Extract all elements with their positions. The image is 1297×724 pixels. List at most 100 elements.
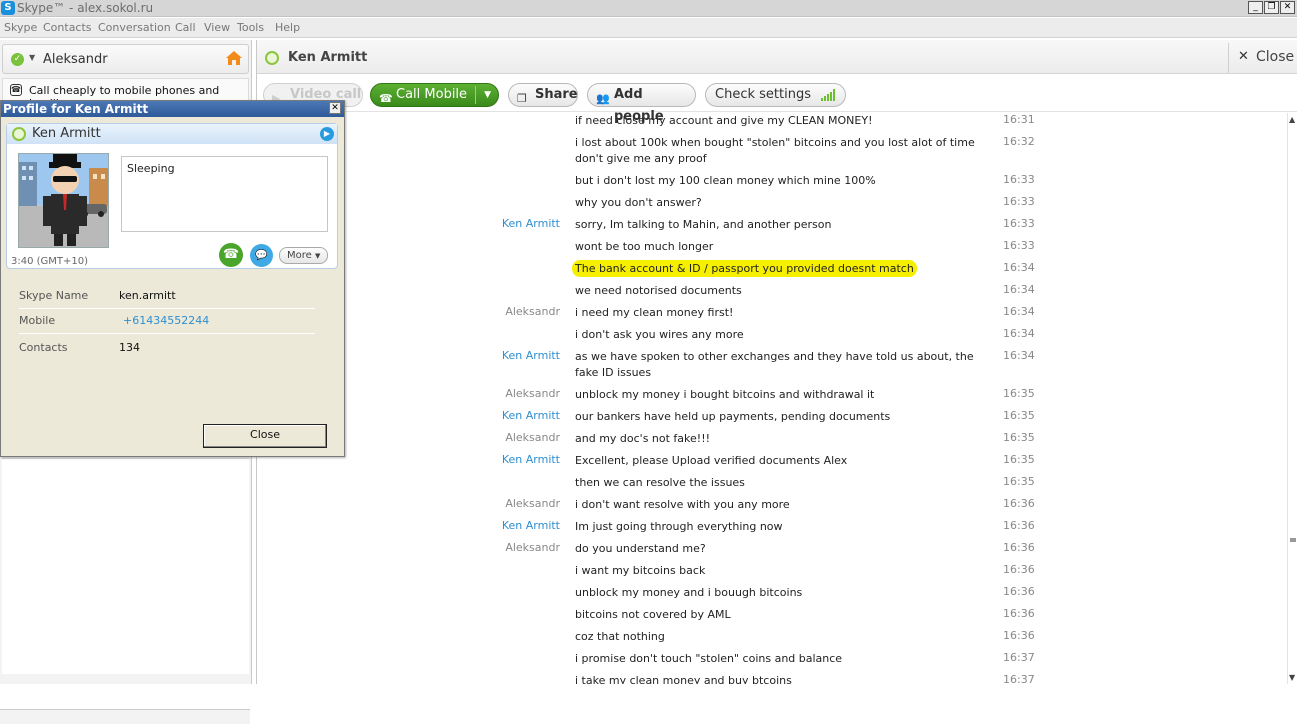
message-text: sorry, Im talking to Mahin, and another … [575,218,832,231]
detail-skype-name: Skype Name ken.armitt [19,289,315,313]
message-sender[interactable]: Aleksandr [505,387,560,400]
chevron-down-icon: ▼ [314,252,321,260]
chat-history[interactable]: if need close my account and give my CLE… [257,113,1288,684]
message-text: do you understand me? [575,542,706,555]
message-text: i don't want resolve with you any more [575,498,790,511]
message-timestamp: 16:35 [1003,453,1035,466]
message-timestamp: 16:33 [1003,195,1035,208]
message-sender[interactable]: Ken Armitt [502,409,560,422]
message-text: i need my clean money first! [575,306,734,319]
message-timestamp: 16:35 [1003,431,1035,444]
close-window-button[interactable]: ✕ [1280,1,1295,14]
detail-key: Mobile [19,314,56,327]
menu-skype[interactable]: Skype [4,21,37,34]
message-timestamp: 16:33 [1003,239,1035,252]
profile-close-button[interactable]: Close [203,424,327,448]
share-button[interactable]: ❐ Share [508,83,578,107]
conversation-toolbar: ▶ Video call ☎ Call Mobile ▼ ❐ Share 👥 A… [257,76,1297,124]
close-icon[interactable]: ✕ [329,102,341,114]
more-label: More [287,250,312,261]
online-status-icon[interactable]: ✓ [11,53,24,66]
restore-button[interactable]: ❐ [1264,1,1279,14]
contact-status-icon [265,51,279,65]
share-icon: ❐ [517,92,527,105]
scroll-down-icon[interactable]: ▼ [1289,673,1295,682]
message-text: The bank account & ID / passport you pro… [572,260,995,277]
profile-card: Ken Armitt ▶ Sleeping ☎ 💬 More ▼ 3:40 (G… [6,123,338,269]
message-text: i promise don't touch "stolen" coins and… [575,652,843,665]
message-timestamp: 16:36 [1003,629,1035,642]
local-time: 3:40 (GMT+10) [11,256,89,267]
message-sender[interactable]: Aleksandr [505,541,560,554]
message-sender[interactable]: Ken Armitt [502,349,560,362]
message-timestamp: 16:34 [1003,261,1035,274]
message-sender[interactable]: Aleksandr [505,431,560,444]
chevron-down-icon[interactable]: ▼ [484,84,491,106]
message-timestamp: 16:35 [1003,409,1035,422]
scroll-up-icon[interactable]: ▲ [1289,115,1295,124]
more-button[interactable]: More ▼ [279,247,328,264]
highlighted-text: The bank account & ID / passport you pro… [572,260,917,277]
video-icon[interactable]: ▶ [320,127,334,141]
home-icon[interactable] [225,49,243,67]
call-button[interactable]: ☎ [219,243,243,267]
message-text: Im just going through everything now [575,520,783,533]
message-sender[interactable]: Ken Armitt [502,217,560,230]
minimize-button[interactable]: _ [1248,1,1263,14]
scroll-thumb[interactable] [1290,538,1296,542]
divider [19,308,315,309]
window-controls: _ ❐ ✕ [1248,1,1295,14]
message-text: and my doc's not fake!!! [575,432,711,445]
mobile-number-link[interactable]: +61434552244 [123,314,209,327]
message-timestamp: 16:35 [1003,475,1035,488]
message-timestamp: 16:35 [1003,387,1035,400]
message-timestamp: 16:36 [1003,497,1035,510]
call-mobile-button[interactable]: ☎ Call Mobile ▼ [370,83,499,107]
detail-value: ken.armitt [119,289,176,302]
chevron-down-icon[interactable]: ▼ [29,53,35,62]
message-text: but i don't lost my 100 clean money whic… [575,174,876,187]
title-bar: S Skype™ - alex.sokol.ru _ ❐ ✕ [0,0,1297,17]
menu-conversation[interactable]: Conversation [98,21,171,34]
message-text: bitcoins not covered by AML [575,608,731,621]
message-sender[interactable]: Ken Armitt [502,519,560,532]
signal-strength-icon [821,89,835,101]
message-text: Excellent, please Upload verified docume… [575,454,848,467]
message-sender[interactable]: Ken Armitt [502,453,560,466]
close-label: Close [1256,49,1295,65]
profile-card-header: Ken Armitt ▶ [7,124,337,144]
message-timestamp: 16:33 [1003,217,1035,230]
menu-contacts[interactable]: Contacts [43,21,92,34]
detail-value: 134 [119,341,140,354]
chat-scrollbar[interactable]: ▲ ▼ [1287,113,1297,684]
check-settings-button[interactable]: Check settings [705,83,846,107]
chat-button[interactable]: 💬 [250,244,273,267]
menu-view[interactable]: View [204,21,230,34]
message-timestamp: 16:34 [1003,305,1035,318]
message-text: unblock my money i bought bitcoins and w… [575,388,875,401]
add-people-button[interactable]: 👥 Add people [587,83,696,124]
menu-call[interactable]: Call [175,21,196,34]
check-settings-label: Check settings [715,87,811,102]
menu-help[interactable]: Help [275,21,300,34]
message-text: coz that nothing [575,630,665,643]
user-status-row[interactable]: ✓ ▼ Aleksandr [2,44,249,74]
close-icon: ✕ [1238,49,1249,64]
message-sender[interactable]: Aleksandr [505,497,560,510]
conversation-contact-name[interactable]: Ken Armitt [288,50,367,65]
message-sender[interactable]: Aleksandr [505,305,560,318]
detail-mobile: Mobile +61434552244 [19,314,315,338]
close-conversation-button[interactable]: ✕ Close [1228,43,1297,73]
call-promo-banner[interactable]: ☎ Call cheaply to mobile phones and land… [2,78,249,110]
message-text: we need notorised documents [575,284,742,297]
window-title: Skype™ - alex.sokol.ru [17,1,154,15]
message-timestamp: 16:34 [1003,283,1035,296]
message-text: i lost about 100k when bought "stolen" b… [575,136,975,165]
conversation-panel: Ken Armitt ✕ Close ▶ Video call ☎ Call M… [256,40,1297,684]
message-text: as we have spoken to other exchanges and… [575,350,974,379]
contacts-list[interactable] [2,458,249,674]
divider [19,333,315,334]
message-text: i don't ask you wires any more [575,328,744,341]
menu-tools[interactable]: Tools [237,21,264,34]
message-timestamp: 16:36 [1003,585,1035,598]
